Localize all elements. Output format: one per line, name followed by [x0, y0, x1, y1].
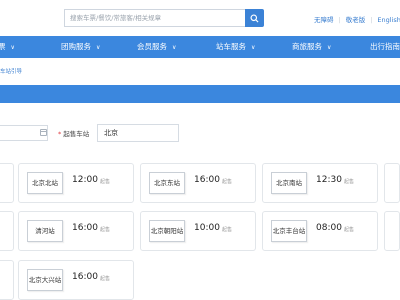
top-links: 无障碍 | 敬老版 | English: [314, 16, 400, 24]
sale-time: 12:00: [72, 175, 98, 185]
station-name: 北京朝阳站: [149, 220, 185, 242]
nav-item-station[interactable]: 站车服务 ∨: [216, 36, 255, 58]
calendar-icon[interactable]: [40, 129, 47, 136]
station-name: 清河站: [27, 220, 63, 242]
sale-status: 起售: [222, 227, 233, 233]
station-card-partial[interactable]: [0, 211, 14, 251]
sale-status: 起售: [100, 227, 111, 233]
station-name: 北京东站: [149, 172, 185, 194]
nav-item-business[interactable]: 商旅服务 ∨: [292, 36, 331, 58]
sale-time: 16:00: [72, 272, 98, 282]
station-card-partial[interactable]: [384, 211, 400, 251]
chevron-down-icon: ∨: [251, 44, 256, 51]
sale-status: 起售: [100, 276, 111, 282]
sale-status: 起售: [100, 179, 111, 185]
nav-item-group[interactable]: 团购服务 ∨: [61, 36, 100, 58]
sale-time: 12:30: [316, 175, 342, 185]
nav-item-guide[interactable]: 出行指南: [370, 36, 400, 58]
accessibility-link[interactable]: 无障碍: [314, 16, 334, 24]
sale-time: 16:00: [72, 223, 98, 233]
station-card[interactable]: 清河站 16:00 起售: [18, 211, 134, 251]
station-card[interactable]: 北京朝阳站 10:00 起售: [140, 211, 256, 251]
station-name: 北京南站: [271, 172, 307, 194]
elderly-mode-link[interactable]: 敬老版: [346, 16, 366, 24]
station-card[interactable]: 北京东站 16:00 起售: [140, 163, 256, 203]
station-card[interactable]: 北京丰台站 08:00 起售: [262, 211, 378, 251]
station-card[interactable]: 北京大兴站 16:00 起售: [18, 260, 134, 300]
search-button[interactable]: [245, 9, 264, 27]
main-nav: 票 ∨ 团购服务 ∨ 会员服务 ∨ 站车服务 ∨ 商旅服务 ∨ 出行指南: [0, 36, 400, 58]
breadcrumb[interactable]: 车站引导: [0, 67, 22, 75]
station-card-partial[interactable]: [0, 163, 14, 203]
chevron-down-icon: ∨: [327, 44, 332, 51]
station-card[interactable]: 北京南站 12:30 起售: [262, 163, 378, 203]
sale-status: 起售: [222, 179, 233, 185]
station-name: 北京丰台站: [271, 220, 307, 242]
english-link[interactable]: English: [377, 16, 400, 24]
sale-time: 10:00: [194, 223, 220, 233]
search-input[interactable]: 搜索车票/餐饮/常旅客/相关规章: [64, 9, 245, 27]
chevron-down-icon: ∨: [172, 44, 177, 51]
chevron-down-icon: ∨: [10, 44, 15, 51]
sale-time: 16:00: [194, 175, 220, 185]
nav-item-tickets[interactable]: 票 ∨: [0, 36, 15, 58]
chevron-down-icon: ∨: [96, 44, 101, 51]
sale-status: 起售: [344, 179, 355, 185]
station-name: 北京大兴站: [27, 269, 63, 291]
station-input[interactable]: 北京: [97, 124, 179, 142]
search-icon: [250, 13, 259, 23]
nav-item-member[interactable]: 会员服务 ∨: [137, 36, 176, 58]
sale-time: 08:00: [316, 223, 342, 233]
station-label: * 起售车站: [58, 130, 90, 138]
section-banner: [0, 85, 400, 103]
station-card-partial[interactable]: [0, 260, 14, 300]
station-card-partial[interactable]: [384, 163, 400, 203]
sale-status: 起售: [344, 227, 355, 233]
station-name: 北京北站: [27, 172, 63, 194]
station-card[interactable]: 北京北站 12:00 起售: [18, 163, 134, 203]
